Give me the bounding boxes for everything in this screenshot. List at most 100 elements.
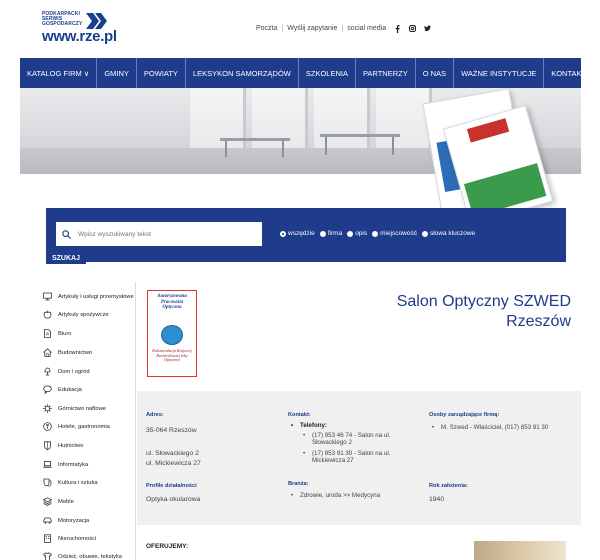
- branza-list: Zdrowie, uroda >> Medycyna: [288, 492, 380, 500]
- nav-wazne-instytucje[interactable]: WAŻNE INSTYTUCJE: [454, 58, 545, 88]
- radio-slowa-kluczowe[interactable]: słowa kluczowe: [421, 230, 476, 237]
- company-logo-thumbnail[interactable]: Autoryzowana Pracownia Optyczna Rekomend…: [147, 290, 197, 377]
- sidebar-item-label: Informatyka: [58, 461, 89, 468]
- adres-street-1: ul. Słowackiego 2: [146, 450, 199, 457]
- sidebar-item-label: Kultura i sztuka: [58, 479, 98, 486]
- document-icon: [43, 329, 52, 338]
- desk-leg: [282, 141, 284, 157]
- sidebar-item-motoryzacja[interactable]: Motoryzacja: [43, 516, 89, 525]
- top-links: Poczta | Wyślij zapytanie | social media: [256, 24, 432, 33]
- sidebar-item-label: Hotele, gastronomia: [58, 423, 110, 430]
- desk-leg: [225, 141, 227, 157]
- instagram-icon[interactable]: [409, 25, 417, 32]
- logo-site-name: www.rze.pl: [42, 28, 117, 45]
- radio-label: firma: [327, 230, 343, 237]
- office-desk: [220, 138, 290, 141]
- phone-2[interactable]: (17) 853 91 30 - Salon na ul. Mickiewicz…: [288, 450, 423, 465]
- shirt-icon: [43, 552, 52, 560]
- nav-kontakt[interactable]: KONTAKT: [544, 58, 593, 88]
- nav-powiaty[interactable]: POWIATY: [137, 58, 186, 88]
- phone-1[interactable]: (17) 853 46 74 - Salon na ul. Słowackieg…: [288, 432, 423, 447]
- nav-katalog-firm[interactable]: KATALOG FIRM ∨: [20, 58, 98, 88]
- speech-icon: [43, 385, 52, 394]
- social-media-label: social media: [347, 25, 387, 32]
- osoby-list: M. Szwed - Właściciel, (017) 853 91 30: [429, 424, 548, 432]
- kontakt-label: Kontakt:: [288, 412, 311, 418]
- rok-value: 1940: [429, 496, 445, 503]
- drama-icon: [43, 478, 52, 487]
- sidebar-item-label: Motoryzacja: [58, 517, 90, 524]
- company-title: Salon Optyczny SZWED Rzeszów: [397, 292, 571, 332]
- branza-value[interactable]: Zdrowie, uroda >> Medycyna: [288, 492, 380, 500]
- apple-icon: [43, 310, 52, 319]
- house-icon: [43, 348, 52, 357]
- osoby-label: Osoby zarządzające firmą:: [429, 412, 500, 418]
- radio-opis[interactable]: opis: [347, 230, 367, 237]
- twitter-icon[interactable]: [424, 25, 432, 32]
- radio-wszedzie[interactable]: wszędzie: [280, 230, 315, 237]
- radio-label: miejscowość: [380, 230, 417, 237]
- sidebar-item-budownictwo[interactable]: Budownictwo: [43, 348, 92, 357]
- sidebar-item-meble[interactable]: Meble: [43, 497, 74, 506]
- branza-label: Branża:: [288, 481, 309, 487]
- desk-leg: [325, 137, 327, 155]
- wyslij-zapytanie-link[interactable]: Wyślij zapytanie: [287, 25, 337, 32]
- logo-subtitle: PODKARPACKI SERWIS GOSPODARCZY: [42, 11, 83, 28]
- rok-label: Rok założenia:: [429, 483, 468, 489]
- radio-label: słowa kluczowe: [429, 230, 476, 237]
- sidebar-item-gornictwo-naftowe[interactable]: Górnictwo naftowe: [43, 404, 106, 413]
- category-sidebar: Artykuły i usługi przemysłowe Artykuły s…: [40, 282, 136, 560]
- radio-dot[interactable]: [280, 230, 286, 237]
- radio-dot[interactable]: [347, 230, 354, 237]
- nav-leksykon-samorzadow[interactable]: LEKSYKON SAMORZĄDÓW: [186, 58, 299, 88]
- radio-label: opis: [355, 230, 368, 237]
- radio-dot[interactable]: [319, 230, 326, 237]
- salon-photo[interactable]: [474, 541, 566, 560]
- facebook-icon[interactable]: [394, 24, 401, 33]
- sidebar-item-edukacja[interactable]: Edukacja: [43, 385, 82, 394]
- thumb-title: Autoryzowana Pracownia Optyczna: [157, 294, 187, 310]
- separator: |: [341, 25, 344, 32]
- sidebar-item-label: Górnictwo naftowe: [58, 405, 107, 412]
- telefony-label: Telefony:: [288, 422, 423, 430]
- separator: |: [281, 25, 284, 32]
- radio-dot[interactable]: [421, 230, 428, 237]
- search-input[interactable]: [56, 222, 262, 246]
- car-icon: [43, 516, 52, 525]
- site-logo[interactable]: PODKARPACKI SERWIS GOSPODARCZY www.rze.p…: [42, 11, 117, 46]
- nav-partnerzy[interactable]: PARTNERZY: [356, 58, 416, 88]
- kontakt-list: Telefony: (17) 853 46 74 - Salon na ul. …: [288, 422, 423, 465]
- search-panel: wszędzie firma opis miejscowość słowa kl…: [46, 208, 566, 262]
- sidebar-item-hotele-gastronomia[interactable]: Hotele, gastronomia: [43, 422, 110, 431]
- sidebar-item-biuro[interactable]: Biuro: [43, 329, 72, 338]
- profil-value: Optyka okularowa: [146, 496, 201, 503]
- sidebar-item-dom-i-ogrod[interactable]: Dom i ogród: [43, 367, 90, 376]
- adres-label: Adres:: [146, 412, 164, 418]
- chevron-logo-icon: [86, 13, 107, 29]
- layers-icon: [43, 497, 52, 506]
- poczta-link[interactable]: Poczta: [256, 25, 277, 32]
- radio-dot[interactable]: [372, 230, 379, 237]
- nav-gminy[interactable]: GMINY: [97, 58, 137, 88]
- adres-street-2: ul. Mickiewicza 27: [146, 460, 201, 467]
- radio-firma[interactable]: firma: [319, 230, 343, 237]
- sidebar-item-label: Budownictwo: [58, 349, 93, 356]
- radio-miejscowosc[interactable]: miejscowość: [372, 230, 417, 237]
- sidebar-item-hutnictwo[interactable]: Hutnictwo: [43, 441, 83, 450]
- nav-szkolenia[interactable]: SZKOLENIA: [299, 58, 356, 88]
- building-icon: [43, 534, 52, 543]
- laptop-icon: [43, 460, 52, 469]
- nav-o-nas[interactable]: O NAS: [416, 58, 455, 88]
- sidebar-item-informatyka[interactable]: Informatyka: [43, 460, 88, 469]
- sidebar-item-nieruchomosci[interactable]: Nieruchomości: [43, 534, 96, 543]
- shield-icon: [43, 441, 52, 450]
- sidebar-item-artykuly-spozywcze[interactable]: Artykuły spożywcze: [43, 310, 109, 319]
- sidebar-item-odziez-obuwie[interactable]: Odzież, obuwie, tekstylia: [43, 552, 122, 560]
- header: PODKARPACKI SERWIS GOSPODARCZY www.rze.p…: [0, 0, 600, 58]
- sidebar-item-kultura-i-sztuka[interactable]: Kultura i sztuka: [43, 478, 98, 487]
- office-desk: [320, 134, 400, 137]
- sidebar-item-artykuly-przemyslowe[interactable]: Artykuły i usługi przemysłowe: [43, 292, 134, 301]
- osoby-value: M. Szwed - Właściciel, (017) 853 91 30: [429, 424, 548, 432]
- search-button[interactable]: SZUKAJ: [46, 252, 86, 264]
- sidebar-item-label: Artykuły i usługi przemysłowe: [58, 293, 134, 300]
